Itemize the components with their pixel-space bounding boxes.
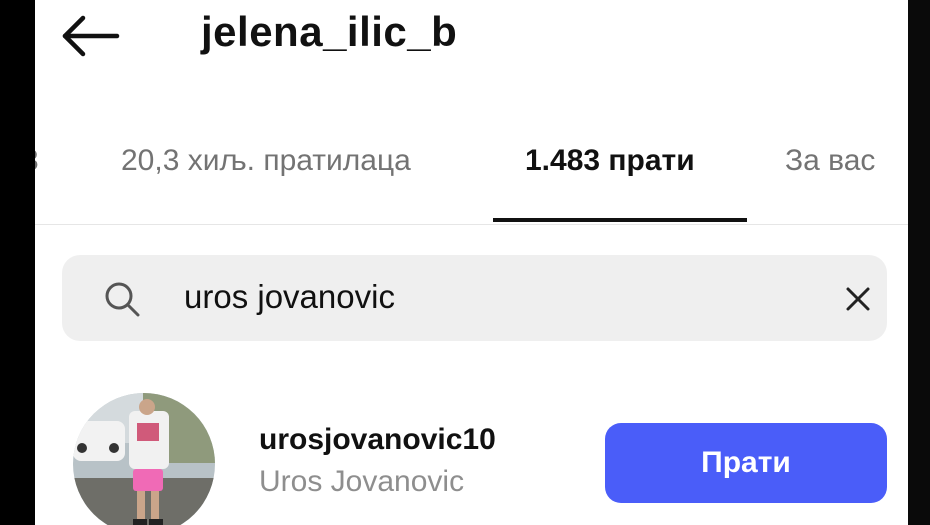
right-edge [908, 0, 930, 525]
search-icon [102, 279, 142, 319]
close-icon[interactable] [844, 285, 872, 313]
list-item[interactable]: urosjovanovic10 Uros Jovanovic Прати [35, 385, 908, 525]
tab-posts[interactable]: 3 [35, 144, 39, 178]
search-input[interactable] [182, 277, 786, 317]
app-screen: jelena_ilic_b 3 20,3 хиљ. пратилаца 1.48… [35, 0, 908, 525]
follow-button[interactable]: Прати [605, 423, 887, 503]
tab-following[interactable]: 1.483 прати [525, 144, 695, 178]
page-title: jelena_ilic_b [201, 8, 458, 55]
tab-for-you[interactable]: За вас [785, 144, 875, 178]
tab-bar: 3 20,3 хиљ. пратилаца 1.483 прати За вас [35, 128, 908, 225]
active-tab-indicator [493, 218, 747, 222]
avatar[interactable] [73, 393, 215, 525]
search-bar[interactable] [62, 255, 887, 341]
back-arrow-icon [62, 15, 120, 57]
header: jelena_ilic_b [35, 0, 908, 80]
result-full-name: Uros Jovanovic [259, 465, 465, 498]
back-button[interactable] [59, 12, 123, 60]
result-username[interactable]: urosjovanovic10 [259, 423, 496, 457]
tab-followers[interactable]: 20,3 хиљ. пратилаца [121, 144, 411, 178]
